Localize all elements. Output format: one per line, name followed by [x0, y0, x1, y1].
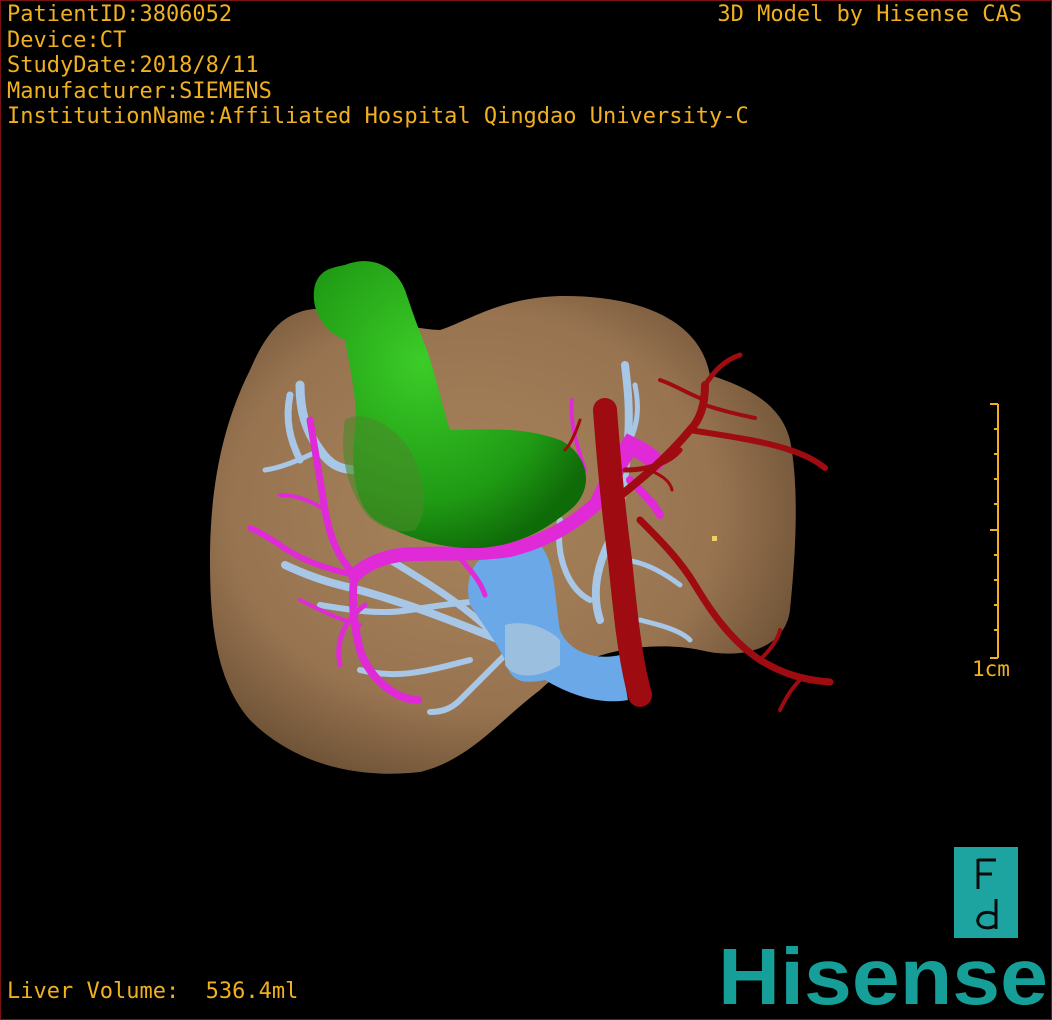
model-credit: 3D Model by Hisense CAS: [717, 2, 1022, 27]
patient-id: PatientID:3806052: [7, 2, 233, 27]
3d-model-view[interactable]: [0, 0, 1052, 1020]
scale-bar: [990, 403, 999, 659]
scale-label: 1cm: [972, 657, 1010, 681]
institution-name: InstitutionName:Affiliated Hospital Qing…: [7, 104, 749, 129]
svg-text:Hisense: Hisense: [718, 940, 1048, 1010]
study-date: StudyDate:2018/8/11: [7, 53, 259, 78]
liver-volume-readout: Liver Volume: 536.4ml: [7, 979, 299, 1004]
manufacturer: Manufacturer:SIEMENS: [7, 78, 272, 104]
orientation-cube-icon[interactable]: [954, 847, 1018, 938]
patient-info-overlay: PatientID:3806052 Device:CT StudyDate:20…: [7, 2, 749, 130]
device: Device:CT: [7, 27, 127, 53]
hisense-logo: Hisense: [718, 940, 1048, 1010]
